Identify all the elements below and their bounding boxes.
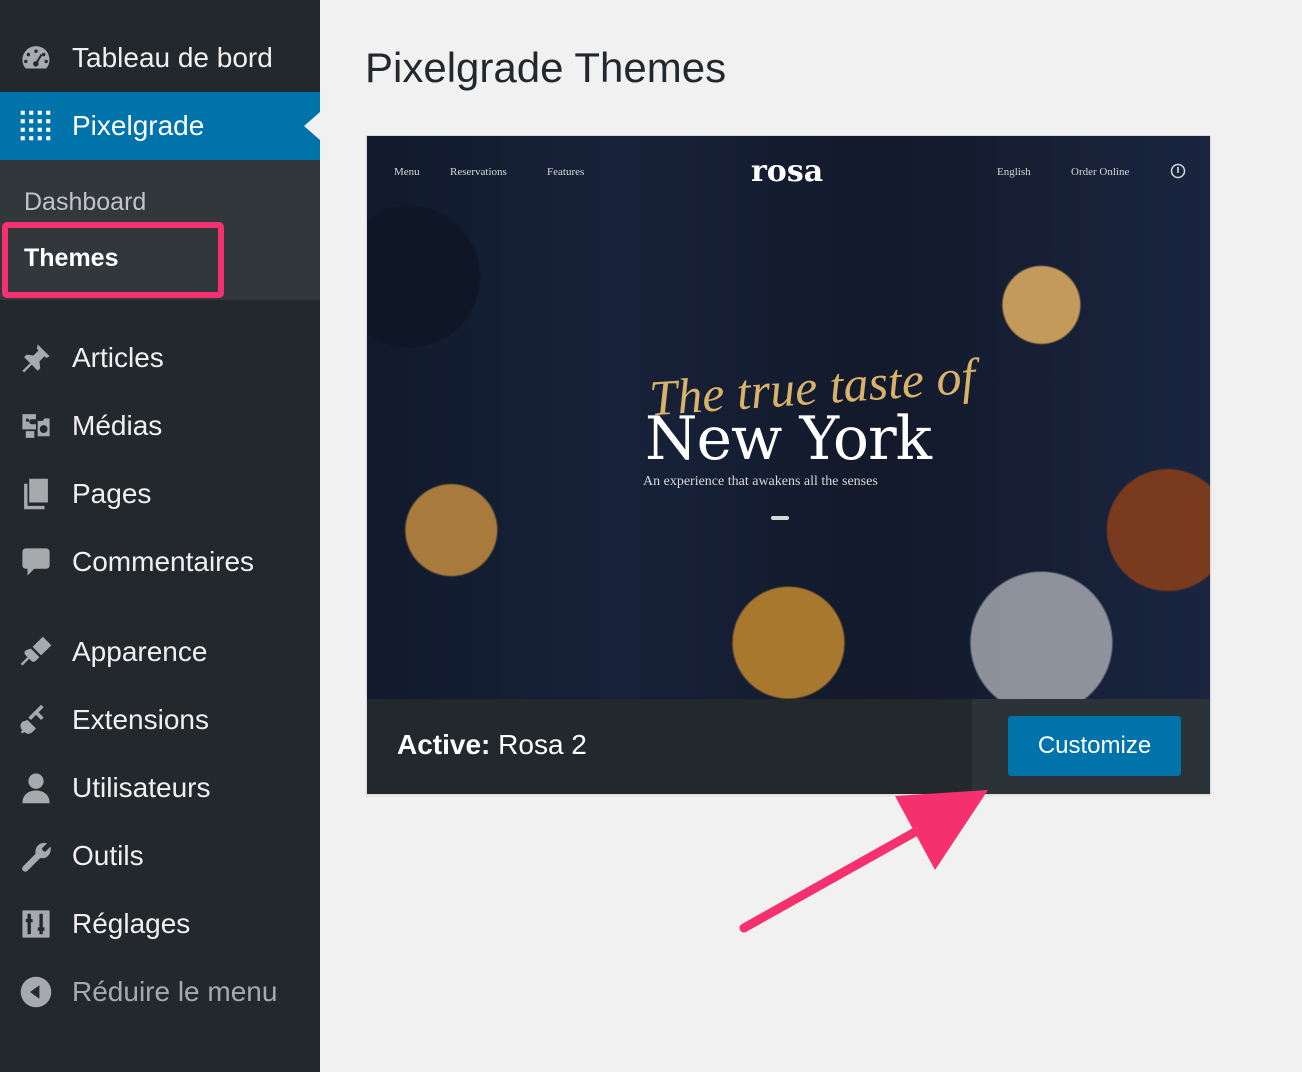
paintbrush-icon [18, 634, 54, 670]
sidebar-item-pages[interactable]: Pages [0, 460, 320, 528]
screenshot-nav-item: Menu [394, 166, 420, 178]
pages-icon [18, 476, 54, 512]
screenshot-nav-item: English [997, 166, 1031, 178]
media-icon [18, 408, 54, 444]
dashboard-icon [18, 40, 54, 76]
annotation-arrow-icon [739, 790, 988, 933]
sidebar-item-label: Apparence [72, 636, 208, 667]
sidebar-item-label: Outils [72, 840, 144, 871]
screenshot-subline: An experience that awakens all the sense… [643, 474, 878, 489]
plugin-icon [18, 702, 54, 738]
collapse-menu-label: Réduire le menu [72, 976, 278, 1007]
sidebar-item-apparence[interactable]: Apparence [0, 618, 320, 686]
collapse-menu-button[interactable]: Réduire le menu [0, 958, 320, 1026]
sidebar-item-label: Médias [72, 410, 163, 441]
collapse-arrow-icon [18, 974, 54, 1010]
page-title: Pixelgrade Themes [365, 44, 727, 91]
screenshot-info-icon [1170, 163, 1186, 179]
user-icon [18, 770, 54, 806]
sidebar-item-dashboard[interactable]: Tableau de bord [0, 24, 320, 92]
sidebar-item-label: Articles [72, 342, 164, 373]
themes-highlight-box [2, 222, 224, 298]
screenshot-divider [771, 516, 789, 520]
active-theme-name: Rosa 2 [490, 729, 587, 760]
screenshot-nav-item: Order Online [1071, 166, 1130, 178]
sidebar-item-label: Réglages [72, 908, 191, 939]
screenshot-logo: rosa [751, 154, 824, 189]
sidebar-item-utilisateurs[interactable]: Utilisateurs [0, 754, 320, 822]
theme-screenshot[interactable]: Menu Reservations Features rosa English … [367, 136, 1210, 699]
sidebar-item-label: Extensions [72, 704, 209, 735]
customize-button[interactable]: Customize [1008, 716, 1181, 776]
screenshot-headline: New York [645, 404, 932, 474]
sidebar-item-outils[interactable]: Outils [0, 822, 320, 890]
active-prefix: Active: [397, 729, 491, 760]
comment-icon [18, 544, 54, 580]
settings-sliders-icon [18, 906, 54, 942]
admin-sidebar: Tableau de bord Pixelgrade Dashboard The… [0, 0, 320, 1072]
sidebar-item-label: Utilisateurs [72, 772, 211, 803]
sidebar-item-reglages[interactable]: Réglages [0, 890, 320, 958]
sidebar-item-medias[interactable]: Médias [0, 392, 320, 460]
active-menu-notch [304, 112, 320, 140]
wrench-icon [18, 838, 54, 874]
theme-card: Menu Reservations Features rosa English … [366, 135, 1211, 795]
screenshot-nav-item: Features [547, 166, 585, 178]
sidebar-item-extensions[interactable]: Extensions [0, 686, 320, 754]
submenu-item-dashboard[interactable]: Dashboard [24, 188, 146, 217]
sidebar-item-pixelgrade[interactable]: Pixelgrade [0, 92, 320, 160]
screenshot-nav-item: Reservations [450, 166, 507, 178]
active-theme-label: Active: Rosa 2 [397, 729, 587, 761]
pushpin-icon [18, 340, 54, 376]
sidebar-item-label: Pages [72, 478, 152, 509]
grid-dots-icon [18, 108, 54, 144]
sidebar-item-label: Pixelgrade [72, 110, 205, 141]
sidebar-item-commentaires[interactable]: Commentaires [0, 528, 320, 596]
sidebar-item-label: Commentaires [72, 546, 255, 577]
sidebar-item-articles[interactable]: Articles [0, 324, 320, 392]
sidebar-item-label: Tableau de bord [72, 42, 273, 73]
